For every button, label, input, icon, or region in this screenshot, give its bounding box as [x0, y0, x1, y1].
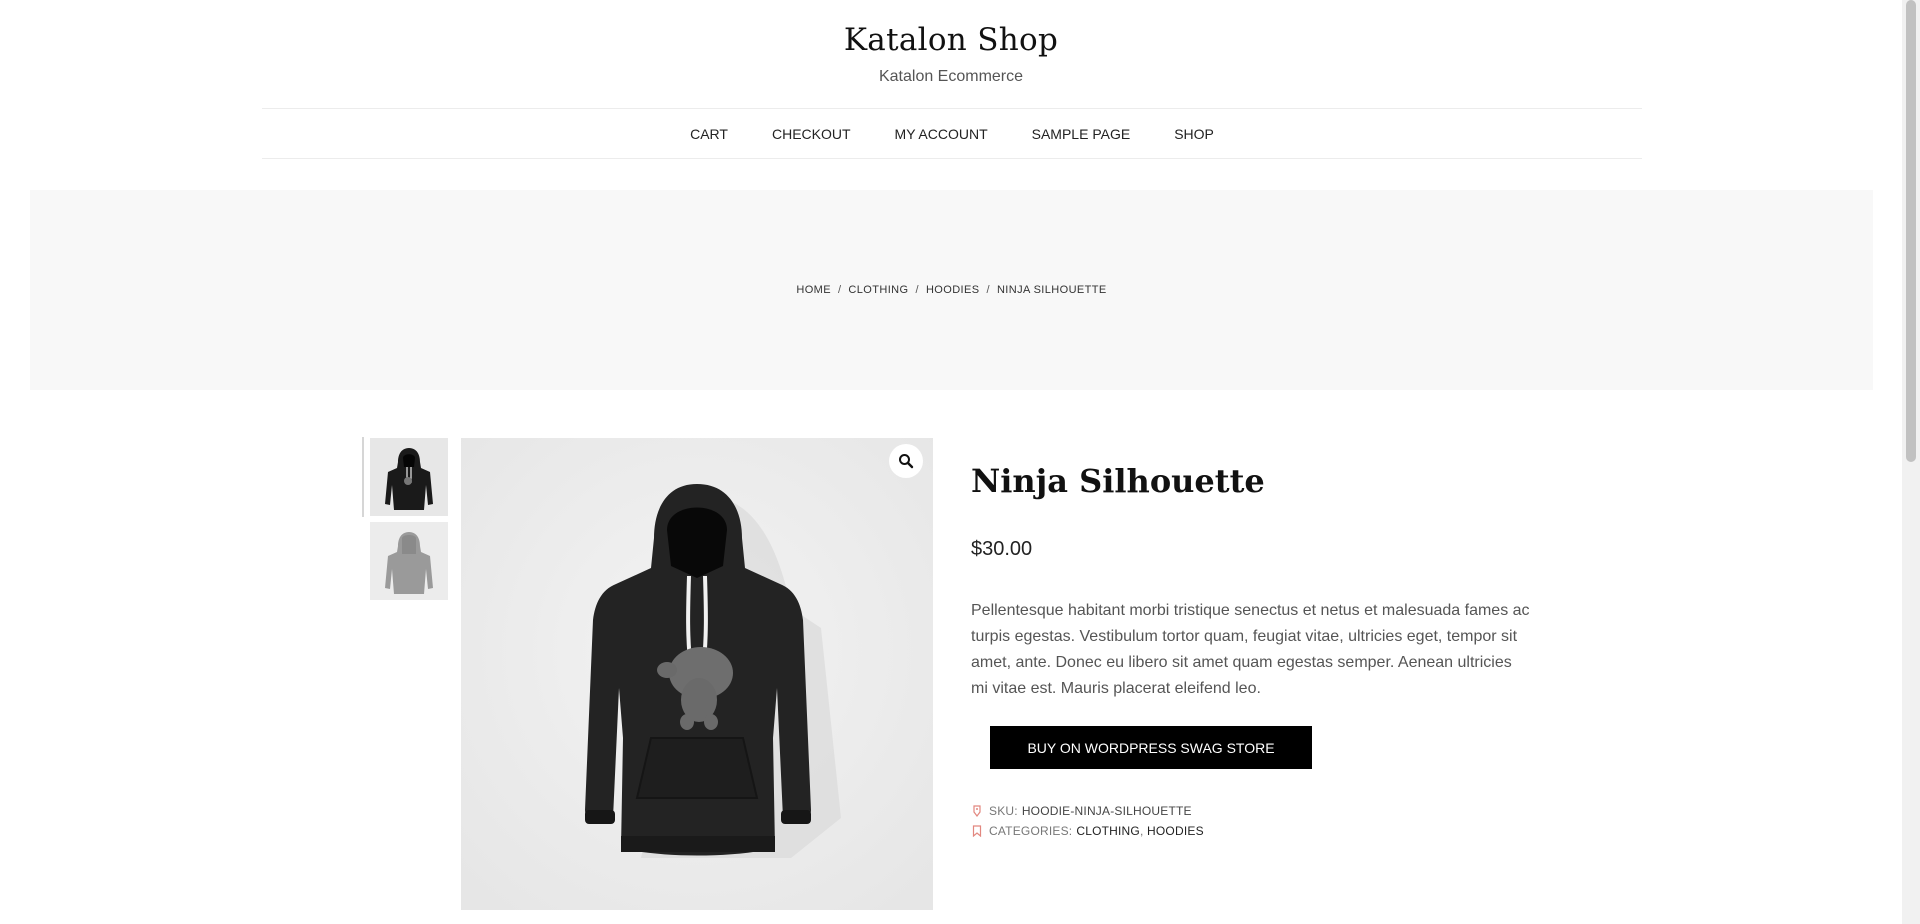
breadcrumb-clothing[interactable]: CLOTHING [848, 284, 908, 296]
hoodie-image [461, 438, 933, 910]
scrollbar-thumb[interactable] [1906, 0, 1916, 462]
site-description: Katalon Ecommerce [878, 68, 1024, 85]
product-title: Ninja Silhouette [971, 462, 1265, 500]
sku-value: HOODIE-NINJA-SILHOUETTE [1021, 804, 1192, 818]
category-link-hoodies[interactable]: HOODIES [1147, 824, 1204, 838]
breadcrumb-separator: / [915, 284, 919, 296]
breadcrumb-separator: / [986, 284, 990, 296]
main-nav: CART CHECKOUT MY ACCOUNT SAMPLE PAGE SHO… [262, 108, 1642, 159]
sku-label: SKU: [989, 804, 1018, 818]
breadcrumb-hoodies[interactable]: HOODIES [926, 284, 980, 296]
thumbnail-active-indicator [362, 437, 364, 517]
product-price: $30.00 [971, 538, 1033, 560]
vertical-scrollbar[interactable] [1902, 0, 1920, 924]
thumbnail-grey-hoodie[interactable] [370, 522, 448, 600]
zoom-button[interactable] [889, 444, 923, 478]
bookmark-icon [971, 825, 983, 837]
category-separator: , [1139, 824, 1144, 838]
nav-item-checkout[interactable]: CHECKOUT [772, 126, 851, 142]
nav-item-sample-page[interactable]: SAMPLE PAGE [1032, 126, 1131, 142]
breadcrumb: HOME / CLOTHING / HOODIES / NINJA SILHOUETTE [796, 284, 1106, 296]
product-description: Pellentesque habitant morbi tristique se… [971, 602, 1530, 697]
nav-item-cart[interactable]: CART [690, 126, 728, 142]
breadcrumb-banner: HOME / CLOTHING / HOODIES / NINJA SILHOUETTE [30, 190, 1873, 390]
nav-item-my-account[interactable]: MY ACCOUNT [895, 126, 988, 142]
breadcrumb-home[interactable]: HOME [796, 284, 831, 296]
hoodie-back-thumbnail-image [370, 522, 448, 600]
breadcrumb-current: NINJA SILHOUETTE [996, 284, 1107, 296]
product-sku: SKU: HOODIE-NINJA-SILHOUETTE [971, 804, 1192, 818]
buy-button[interactable]: BUY ON WORDPRESS SWAG STORE [990, 726, 1312, 769]
page: Katalon Shop Katalon Ecommerce CART CHEC… [0, 0, 1902, 924]
categories-label: CATEGORIES: [989, 824, 1073, 838]
nav-item-shop[interactable]: SHOP [1174, 126, 1214, 142]
site-title[interactable]: Katalon Shop [0, 22, 1902, 58]
category-link-clothing[interactable]: CLOTHING [1076, 824, 1140, 838]
tag-icon [971, 805, 983, 817]
product-categories: CATEGORIES: CLOTHING, HOODIES [971, 824, 1204, 838]
breadcrumb-separator: / [837, 284, 842, 296]
hoodie-thumbnail-image [370, 438, 448, 516]
search-icon [899, 454, 914, 469]
thumbnail-black-hoodie[interactable] [370, 438, 448, 516]
product-main-image[interactable] [461, 438, 933, 910]
